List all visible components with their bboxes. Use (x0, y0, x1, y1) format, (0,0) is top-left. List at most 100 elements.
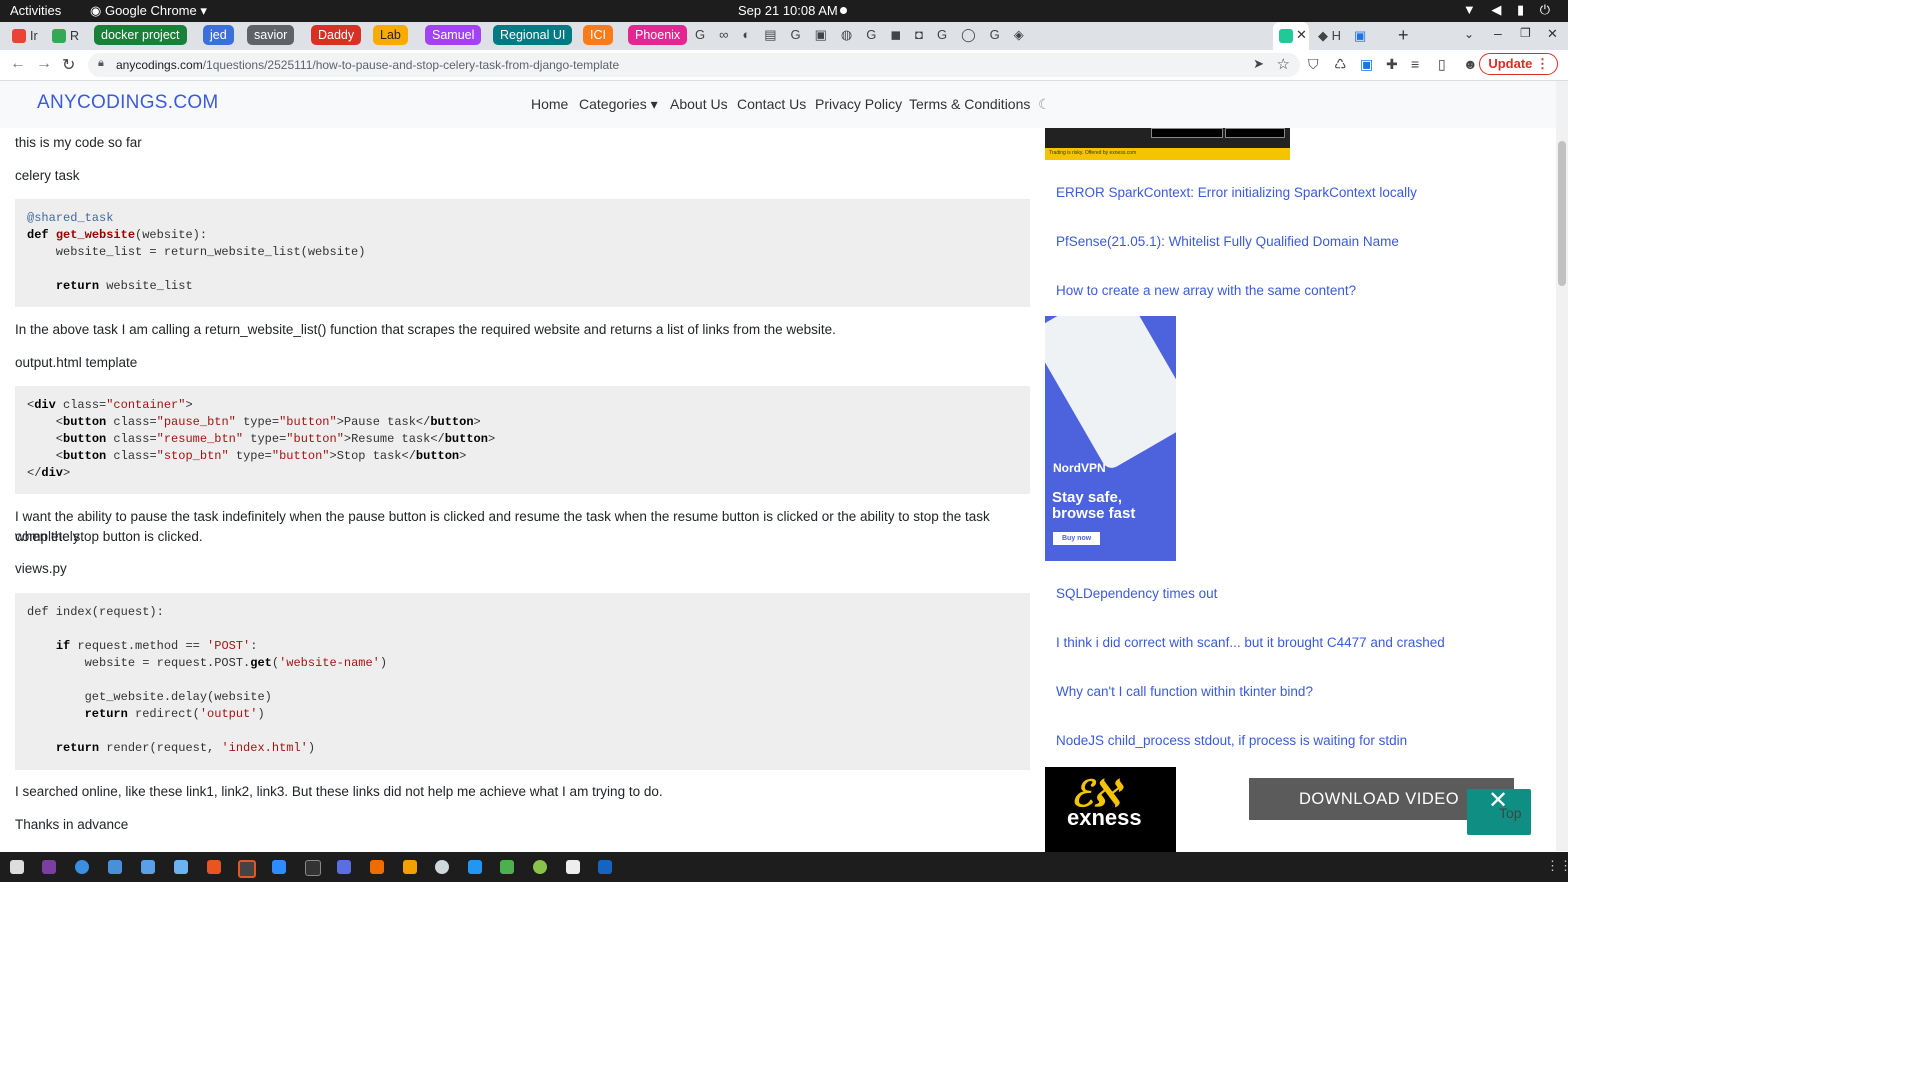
dark-mode-toggle-icon[interactable]: ☾ (1038, 96, 1051, 113)
update-button[interactable]: Update ⋮ (1479, 53, 1558, 75)
close-tab-icon[interactable]: ✕ (1296, 27, 1307, 43)
clock[interactable]: Sep 21 10:08 AM (738, 3, 838, 18)
code-block-celery-task: @shared_task def get_website(website): w… (15, 199, 1030, 307)
tab-gmail[interactable]: Ir (12, 25, 38, 47)
extension-icon-1[interactable]: ⛉ (1308, 56, 1319, 73)
tab-group-docker-project[interactable]: docker project (94, 25, 187, 45)
app-grid-icon[interactable]: ⋮⋮ (1546, 858, 1572, 874)
exness-wordmark: exness (1067, 805, 1142, 830)
reload-icon[interactable]: ↻ (62, 55, 75, 75)
back-icon[interactable]: ← (10, 55, 26, 73)
nav-categories[interactable]: Categories ▾ (579, 96, 658, 113)
close-download-bar-icon[interactable]: ✕ (1488, 786, 1508, 814)
os-taskbar: ⋮⋮ (0, 852, 1572, 882)
app-icon[interactable] (598, 860, 612, 874)
related-link[interactable]: How to create a new array with the same … (1056, 283, 1356, 298)
tab-group-samuel[interactable]: Samuel (425, 25, 482, 45)
google-play-badge[interactable] (1151, 128, 1223, 138)
related-link[interactable]: I think i did correct with scanf... but … (1056, 635, 1445, 650)
nordvpn-ad[interactable]: NordVPN Stay safe, browse fast Buy now (1045, 316, 1176, 561)
tab-other-2[interactable]: ▣ (1354, 28, 1366, 44)
spreadsheet-icon[interactable] (500, 860, 514, 874)
related-link[interactable]: NodeJS child_process stdout, if process … (1056, 733, 1407, 748)
app-icon[interactable] (435, 860, 449, 874)
minimize-icon[interactable]: – (1494, 25, 1502, 41)
activities-button[interactable]: Activities (10, 3, 61, 18)
postman-icon[interactable] (370, 860, 384, 874)
url-text[interactable]: anycodings.com/1questions/2525111/how-to… (116, 58, 619, 72)
app-icon[interactable] (566, 860, 580, 874)
related-link[interactable]: Why can't I call function within tkinter… (1056, 684, 1313, 699)
nav-home[interactable]: Home (531, 96, 568, 112)
forward-icon[interactable]: → (36, 55, 52, 73)
gmail-icon (12, 29, 26, 43)
app-store-badge[interactable] (1225, 128, 1285, 138)
app-menu[interactable]: ◉ Google Chrome ▾ (90, 3, 207, 19)
qgis-icon[interactable] (533, 860, 547, 874)
new-tab-icon[interactable]: + (1398, 25, 1409, 46)
app-icon[interactable] (174, 860, 188, 874)
maximize-icon[interactable]: ❐ (1520, 26, 1531, 40)
nordvpn-buy-button[interactable]: Buy now (1053, 532, 1101, 545)
tab-strip: Ir R docker project jed savior Daddy Lab… (0, 22, 1568, 50)
nav-privacy-policy[interactable]: Privacy Policy (815, 96, 902, 112)
close-window-icon[interactable]: ✕ (1547, 26, 1558, 42)
tab-active[interactable]: ✕ (1273, 22, 1309, 50)
app-icon[interactable] (337, 860, 351, 874)
zoom-icon[interactable] (272, 860, 286, 874)
paragraph: Thanks in advance (15, 817, 129, 832)
chrome-icon[interactable] (238, 860, 256, 878)
nav-about-us[interactable]: About Us (670, 96, 728, 112)
paragraph: this is my code so far (15, 135, 142, 150)
tab-group-savior[interactable]: savior (247, 25, 295, 45)
tab-group-lab[interactable]: Lab (373, 25, 408, 45)
related-link[interactable]: SQLDependency times out (1056, 586, 1217, 601)
code-block-views: def index(request): if request.method ==… (15, 593, 1030, 770)
system-tray[interactable]: ▼ ◀ ▮ ⏻ (1463, 2, 1556, 18)
paragraph: when the stop button is clicked. (15, 529, 203, 544)
help-icon[interactable] (75, 860, 89, 874)
extension-icon-3[interactable]: ▣ (1360, 56, 1373, 73)
terminal-icon[interactable] (305, 860, 321, 876)
scrollbar-thumb[interactable] (1558, 141, 1566, 286)
software-center-icon[interactable] (207, 860, 221, 874)
tab-group-jed[interactable]: jed (203, 25, 234, 45)
nav-contact-us[interactable]: Contact Us (737, 96, 806, 112)
tab-group-regional-ui[interactable]: Regional UI (493, 25, 573, 45)
bookmark-star-icon[interactable]: ☆ (1277, 55, 1290, 73)
download-video-label[interactable]: DOWNLOAD VIDEO (1299, 790, 1459, 809)
nordvpn-logo: NordVPN (1053, 461, 1106, 475)
exness-ad[interactable]: ℰℵ exness (1045, 767, 1176, 852)
tab-group-ici[interactable]: ICI (583, 25, 613, 45)
related-link[interactable]: ERROR SparkContext: Error initializing S… (1056, 185, 1417, 200)
paragraph: I searched online, like these link1, lin… (15, 784, 663, 799)
side-panel-icon[interactable]: ▯ (1438, 56, 1446, 73)
show-desktop-icon[interactable] (10, 860, 24, 874)
tab-other[interactable]: ◆ H (1318, 28, 1341, 44)
extension-icon-2[interactable]: ♺ (1334, 56, 1347, 73)
profile-avatar[interactable]: ☻ (1463, 56, 1478, 72)
scrollbar[interactable] (1556, 81, 1568, 851)
ad-banner-top[interactable]: Trading is risky. Offered by exness.com (1045, 128, 1290, 160)
drive-icon (52, 29, 66, 43)
address-bar[interactable]: 🔒︎ anycodings.com/1questions/2525111/how… (88, 53, 1300, 77)
lock-icon[interactable]: 🔒︎ (98, 57, 104, 70)
files-icon[interactable] (108, 860, 122, 874)
nordvpn-headline: Stay safe, browse fast (1052, 489, 1136, 522)
related-link[interactable]: PfSense(21.05.1): Whitelist Fully Qualif… (1056, 234, 1399, 249)
tab-group-phoenix[interactable]: Phoenix (628, 25, 688, 45)
media-control-icon[interactable]: ≡ (1411, 56, 1419, 72)
site-brand[interactable]: ANYCODINGS.COM (37, 92, 219, 114)
tab-group-daddy[interactable]: Daddy (311, 25, 362, 45)
send-icon[interactable]: ➤ (1253, 56, 1264, 72)
notification-dot (840, 7, 847, 14)
sublime-icon[interactable] (403, 860, 417, 874)
app-icon[interactable] (42, 860, 56, 874)
collapsed-tabs-row[interactable]: G∞◐▤G▣◍G◼◘G◯G◈ (695, 27, 1038, 43)
document-icon[interactable] (141, 860, 155, 874)
nav-terms-conditions[interactable]: Terms & Conditions (909, 96, 1030, 112)
extensions-puzzle-icon[interactable]: ✚ (1386, 56, 1398, 73)
tab-drive[interactable]: R (52, 25, 79, 47)
tab-search-icon[interactable]: ⌄ (1464, 27, 1474, 41)
vscode-icon[interactable] (468, 860, 482, 874)
